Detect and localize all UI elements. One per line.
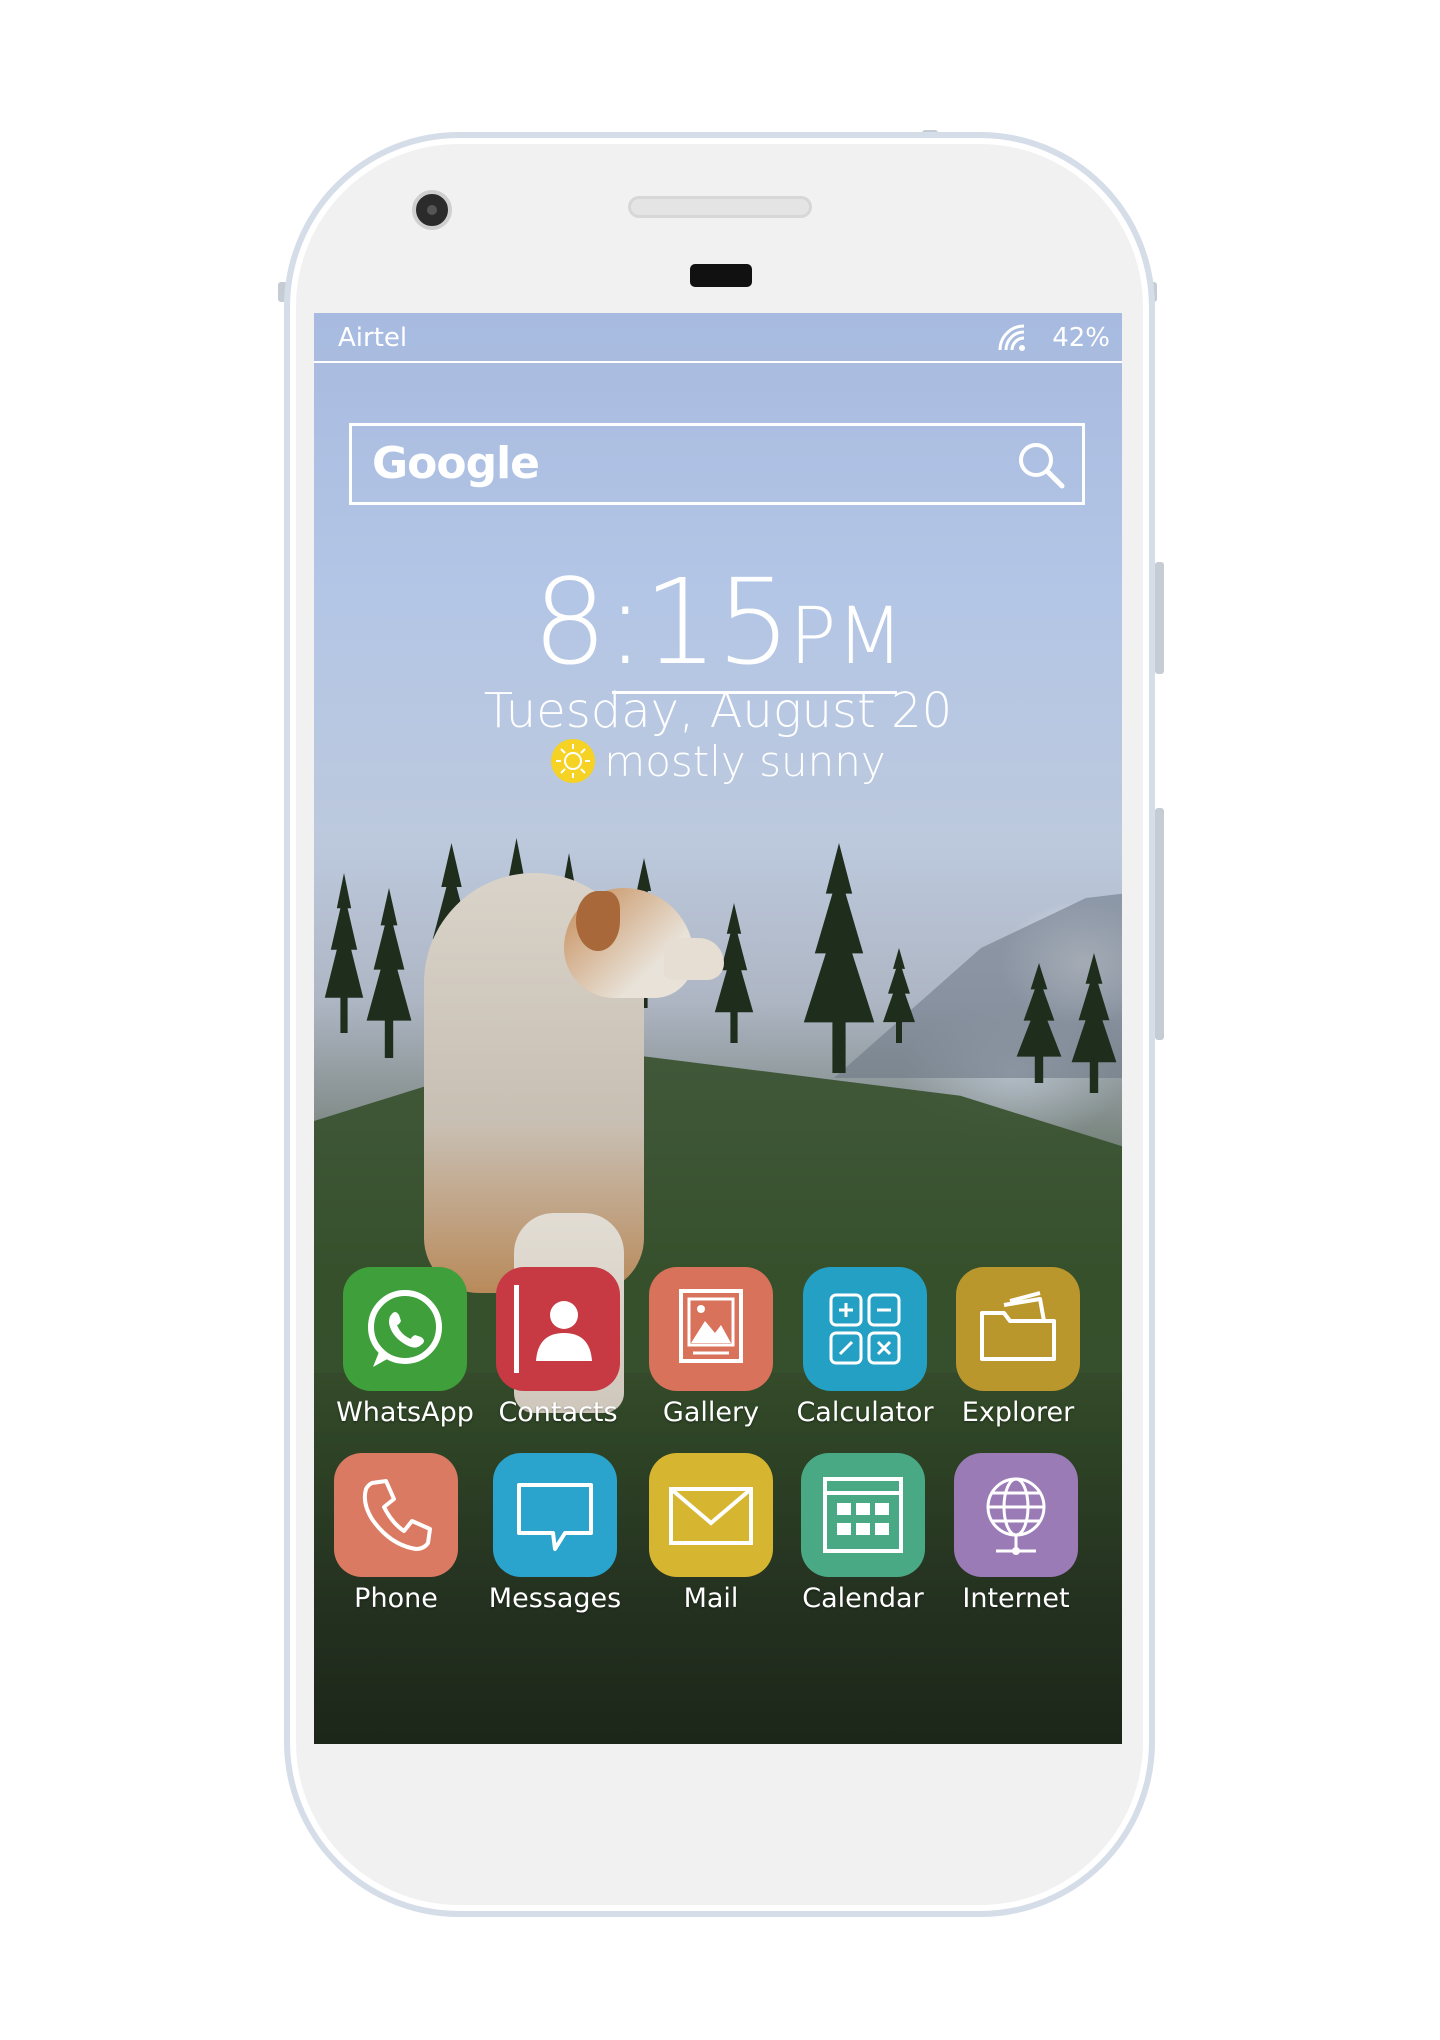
proximity-sensor bbox=[690, 264, 752, 287]
weather-widget[interactable]: mostly sunny bbox=[314, 737, 1122, 786]
app-explorer[interactable]: Explorer bbox=[948, 1267, 1088, 1428]
calendar-icon[interactable] bbox=[801, 1453, 925, 1577]
app-label: Messages bbox=[488, 1583, 622, 1614]
google-search-bar[interactable]: Google bbox=[349, 423, 1085, 505]
app-calendar[interactable]: Calendar bbox=[793, 1453, 933, 1614]
status-bar: Airtel 42% bbox=[314, 313, 1122, 363]
earpiece-speaker bbox=[628, 196, 812, 218]
volume-button[interactable] bbox=[1155, 808, 1164, 1040]
clock-date: Tuesday, August 20 bbox=[483, 683, 953, 739]
search-icon[interactable] bbox=[1016, 440, 1066, 490]
mail-icon[interactable] bbox=[649, 1453, 773, 1577]
clock-ampm: PM bbox=[789, 592, 904, 682]
app-label: Calendar bbox=[802, 1583, 924, 1614]
app-calculator[interactable]: Calculator bbox=[795, 1267, 935, 1428]
app-label: Mail bbox=[683, 1583, 739, 1614]
clock-widget[interactable]: 8:15PM bbox=[314, 553, 1122, 694]
calculator-icon[interactable] bbox=[803, 1267, 927, 1391]
wallpaper-dog-snout bbox=[664, 938, 724, 980]
wallpaper-dog-ear bbox=[576, 891, 620, 951]
gallery-icon[interactable] bbox=[649, 1267, 773, 1391]
app-gallery[interactable]: Gallery bbox=[641, 1267, 781, 1428]
app-label: Explorer bbox=[961, 1397, 1075, 1428]
sun-icon bbox=[551, 739, 596, 783]
phone-icon[interactable] bbox=[334, 1453, 458, 1577]
app-internet[interactable]: Internet bbox=[946, 1453, 1086, 1614]
front-camera bbox=[412, 190, 452, 230]
message-icon[interactable] bbox=[493, 1453, 617, 1577]
clock-time: 8:15 bbox=[532, 553, 791, 691]
home-screen: Airtel 42% Google 8:15PM Tuesday, August… bbox=[314, 313, 1122, 1744]
whatsapp-icon[interactable] bbox=[343, 1267, 467, 1391]
app-label: WhatsApp bbox=[336, 1397, 474, 1428]
app-label: Internet bbox=[962, 1583, 1070, 1614]
app-label: Phone bbox=[354, 1583, 438, 1614]
globe-icon[interactable] bbox=[954, 1453, 1078, 1577]
app-label: Calculator bbox=[796, 1397, 934, 1428]
wallpaper-tree bbox=[324, 873, 364, 1033]
app-messages[interactable]: Messages bbox=[485, 1453, 625, 1614]
app-label: Gallery bbox=[662, 1397, 760, 1428]
weather-text: mostly sunny bbox=[604, 737, 886, 786]
app-whatsapp[interactable]: WhatsApp bbox=[335, 1267, 475, 1428]
wallpaper-tree bbox=[803, 843, 875, 1073]
folder-icon[interactable] bbox=[956, 1267, 1080, 1391]
contacts-icon[interactable] bbox=[496, 1267, 620, 1391]
app-phone[interactable]: Phone bbox=[326, 1453, 466, 1614]
app-mail[interactable]: Mail bbox=[641, 1453, 781, 1614]
app-contacts[interactable]: Contacts bbox=[488, 1267, 628, 1428]
google-logo: Google bbox=[372, 438, 540, 489]
app-label: Contacts bbox=[498, 1397, 618, 1428]
carrier-name: Airtel bbox=[338, 323, 408, 353]
power-button[interactable] bbox=[1155, 562, 1164, 674]
battery-level: 42% bbox=[1052, 323, 1110, 353]
wifi-signal-icon bbox=[998, 324, 1025, 351]
wallpaper-tree bbox=[366, 888, 412, 1058]
